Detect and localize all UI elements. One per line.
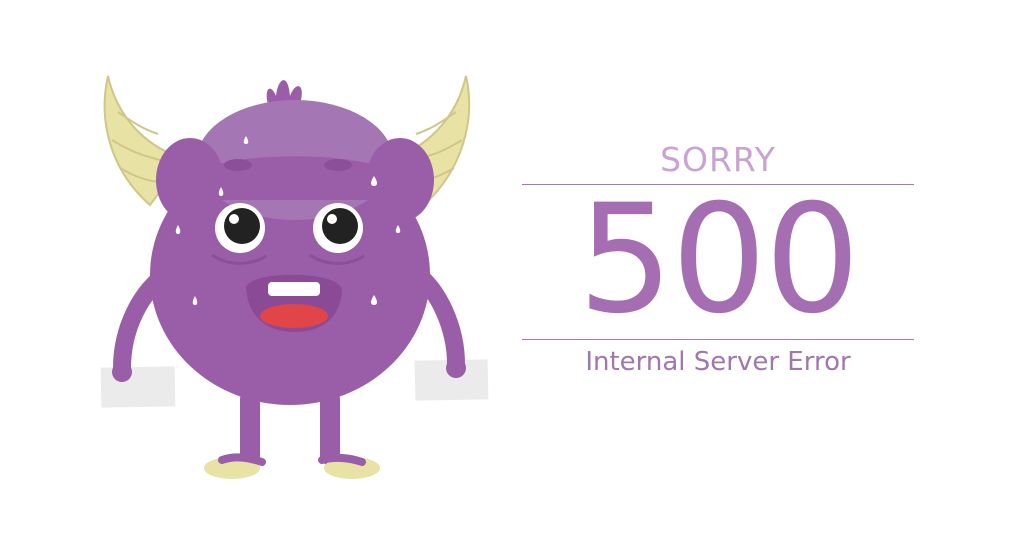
error-message: SORRY 500 Internal Server Error [522,140,914,382]
error-page: SORRY 500 Internal Server Error [0,0,1014,556]
tongue [260,304,328,328]
right-eyebrow [324,159,352,171]
error-code: 500 [577,173,860,347]
left-eyebrow [224,159,252,171]
left-sign [100,366,176,408]
monster-illustration [100,75,489,479]
error-description: Internal Server Error [585,347,851,377]
teeth [268,282,320,296]
